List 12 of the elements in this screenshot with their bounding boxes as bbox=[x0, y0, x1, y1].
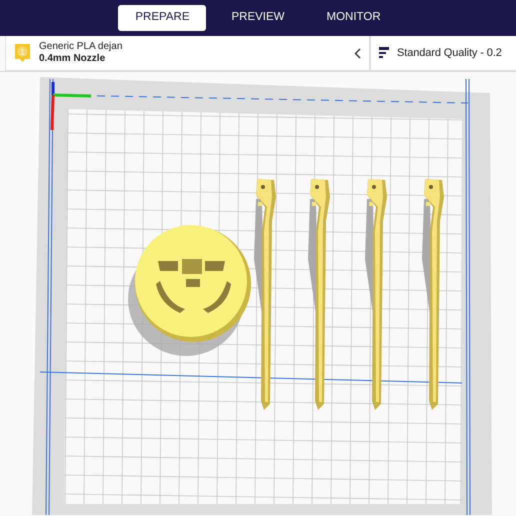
axis-icon bbox=[50, 82, 92, 130]
tab[interactable]: PREVIEW bbox=[214, 5, 302, 31]
quality-panel[interactable]: Standard Quality - 0.2 bbox=[370, 36, 516, 71]
extruder-badge: 1 bbox=[14, 43, 31, 63]
quality-label: Standard Quality - 0.2 bbox=[397, 46, 502, 61]
chevron-icon[interactable] bbox=[354, 48, 361, 58]
nozzle-size: 0.4mm Nozzle bbox=[39, 53, 106, 65]
extruder-panel[interactable]: 1 Generic PLA dejan 0.4mm Nozzle bbox=[5, 36, 370, 71]
material-name: Generic PLA dejan bbox=[39, 41, 124, 53]
lines-icon bbox=[379, 46, 389, 60]
tab[interactable]: MONITOR bbox=[310, 5, 398, 31]
tab[interactable]: PREPARE bbox=[118, 5, 206, 31]
